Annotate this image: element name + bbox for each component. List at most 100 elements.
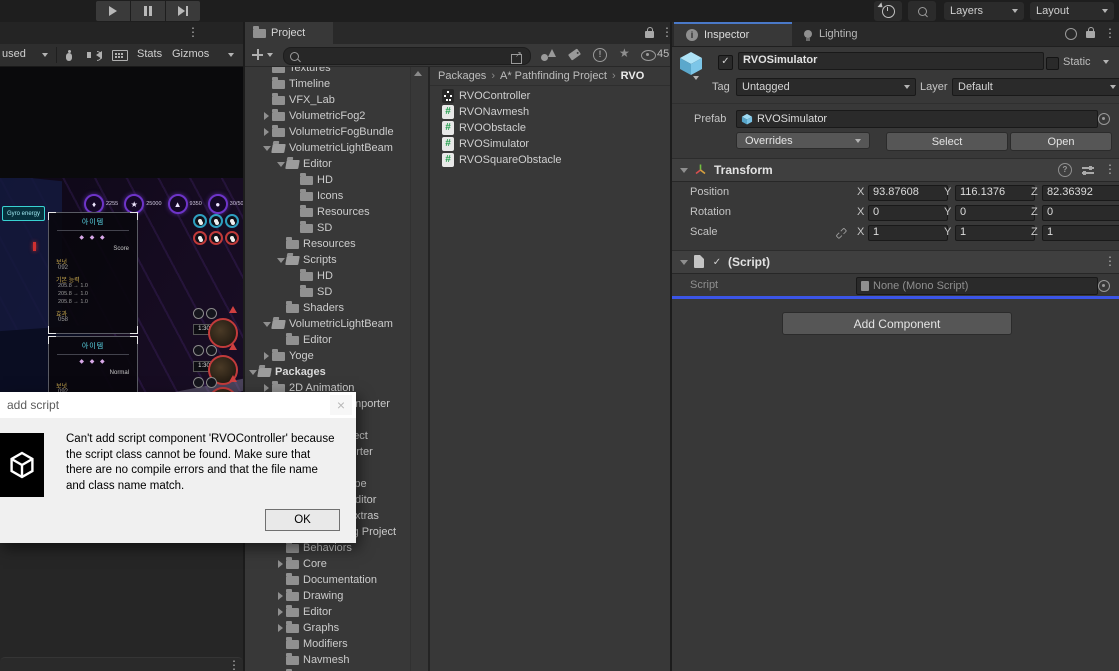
collab-history-button[interactable] — [874, 1, 902, 21]
tab-project[interactable]: Project — [245, 22, 333, 44]
stats-button[interactable]: Stats — [137, 48, 162, 60]
tab-lighting[interactable]: Lighting — [794, 22, 892, 46]
preset-icon[interactable] — [1082, 165, 1094, 175]
tree-item-volumetriclightbeam[interactable]: VolumetricLightBeam — [245, 140, 410, 156]
play-focused-dropdown[interactable]: used — [2, 48, 26, 60]
chevron-down-icon[interactable] — [267, 53, 273, 57]
tab-inspector[interactable]: Inspector — [674, 22, 792, 46]
bug-icon[interactable] — [64, 49, 74, 61]
tree-item-sd[interactable]: SD — [245, 220, 410, 236]
tree-item-volumetricfogbundle[interactable]: VolumetricFogBundle — [245, 124, 410, 140]
foldout-arrow[interactable] — [261, 146, 272, 151]
divider[interactable] — [670, 22, 672, 671]
script-header[interactable]: (Script) — [672, 250, 1119, 274]
axis-field-x[interactable]: 93.87608 — [868, 185, 948, 201]
axis-field-y[interactable]: 116.1376 — [955, 185, 1035, 201]
static-checkbox[interactable] — [1046, 57, 1059, 70]
debug-circle-icon[interactable] — [1065, 28, 1077, 40]
search-importlog-icon[interactable] — [593, 48, 607, 62]
breadcrumb-item[interactable]: A* Pathfinding Project — [500, 70, 607, 82]
script-target-icon[interactable] — [1098, 280, 1110, 292]
lock-icon[interactable] — [645, 31, 654, 38]
tree-item-volumetriclightbeam[interactable]: VolumetricLightBeam — [245, 316, 410, 332]
breadcrumb-item[interactable]: RVO — [621, 70, 645, 82]
prefab-field[interactable]: RVOSimulator — [736, 110, 1098, 128]
file-item-rvosquareobstacle[interactable]: RVOSquareObstacle — [430, 152, 670, 168]
overrides-dropdown[interactable]: Overrides — [736, 132, 870, 149]
favorites-icon[interactable] — [619, 46, 630, 60]
axis-field-y[interactable]: 0 — [955, 205, 1035, 221]
search-by-label-icon[interactable] — [568, 48, 581, 60]
axis-field-x[interactable]: 1 — [868, 225, 948, 241]
foldout-arrow[interactable] — [261, 322, 272, 327]
tag-dropdown[interactable]: Untagged — [736, 78, 916, 96]
game-view-menu[interactable] — [187, 25, 199, 39]
gizmos-button[interactable]: Gizmos — [172, 48, 209, 60]
close-icon[interactable] — [330, 395, 352, 415]
tree-item-hd[interactable]: HD — [245, 268, 410, 284]
tree-item-timeline[interactable]: Timeline — [245, 76, 410, 92]
tree-item-graphs[interactable]: Graphs — [245, 620, 410, 636]
bottom-panel-menu[interactable] — [228, 658, 240, 671]
add-component-button[interactable]: Add Component — [782, 312, 1012, 335]
dialog-titlebar[interactable]: add script — [0, 392, 356, 418]
layer-dropdown[interactable]: Default — [952, 78, 1119, 96]
foldout-arrow[interactable] — [275, 258, 286, 263]
scroll-up-arrow[interactable] — [414, 71, 422, 76]
foldout-arrow[interactable] — [261, 112, 272, 120]
mute-audio-icon[interactable] — [96, 51, 102, 59]
tree-item-documentation[interactable]: Documentation — [245, 572, 410, 588]
open-button[interactable]: Open — [1010, 132, 1112, 151]
broken-link-icon[interactable] — [833, 225, 850, 242]
tree-item-vfx-lab[interactable]: VFX_Lab — [245, 92, 410, 108]
tree-item-packages[interactable]: Packages — [245, 364, 410, 380]
inspector-menu[interactable] — [1104, 26, 1116, 40]
file-item-rvoobstacle[interactable]: RVOObstacle — [430, 120, 670, 136]
global-search-button[interactable] — [908, 1, 936, 21]
breadcrumb-item[interactable]: Packages — [438, 70, 486, 82]
play-button[interactable] — [96, 1, 130, 21]
layers-dropdown[interactable]: Layers — [944, 2, 1024, 20]
search-by-type-icon[interactable] — [541, 49, 556, 61]
keyboard-icon[interactable] — [112, 50, 128, 61]
script-field[interactable]: None (Mono Script) — [856, 277, 1098, 295]
foldout-arrow[interactable] — [261, 128, 272, 136]
tree-item-shaders[interactable]: Shaders — [245, 300, 410, 316]
tree-item-scripts[interactable]: Scripts — [245, 252, 410, 268]
project-search-input[interactable] — [283, 47, 531, 65]
axis-field-z[interactable]: 82.36392 — [1042, 185, 1119, 201]
foldout-arrow[interactable] — [275, 592, 286, 600]
pause-button[interactable] — [131, 1, 165, 21]
axis-field-z[interactable]: 1 — [1042, 225, 1119, 241]
tree-item-navmesh[interactable]: Navmesh — [245, 652, 410, 668]
foldout-arrow[interactable] — [275, 608, 286, 616]
chevron-down-icon[interactable] — [228, 53, 234, 57]
foldout-arrow[interactable] — [247, 370, 258, 375]
active-checkbox[interactable] — [718, 55, 733, 70]
foldout-arrow[interactable] — [261, 384, 272, 392]
help-icon[interactable] — [1058, 163, 1072, 177]
axis-field-x[interactable]: 0 — [868, 205, 948, 221]
tree-item-icons[interactable]: Icons — [245, 188, 410, 204]
foldout-arrow[interactable] — [680, 260, 688, 265]
tree-item-sd[interactable]: SD — [245, 284, 410, 300]
hidden-count-icon[interactable] — [641, 50, 656, 61]
foldout-arrow[interactable] — [275, 624, 286, 632]
transform-header[interactable]: Transform — [672, 158, 1119, 182]
file-item-rvonavmesh[interactable]: RVONavmesh — [430, 104, 670, 120]
file-item-rvosimulator[interactable]: RVOSimulator — [430, 136, 670, 152]
select-button[interactable]: Select — [886, 132, 1008, 151]
transform-menu[interactable] — [1104, 162, 1116, 176]
prefab-target-icon[interactable] — [1098, 113, 1110, 125]
step-button[interactable] — [166, 1, 200, 21]
foldout-arrow[interactable] — [680, 168, 688, 173]
tree-item-editor[interactable]: Editor — [245, 604, 410, 620]
tree-item-resources[interactable]: Resources — [245, 236, 410, 252]
tree-item-modifiers[interactable]: Modifiers — [245, 636, 410, 652]
foldout-arrow[interactable] — [275, 560, 286, 568]
game-viewport[interactable]: Gyro energy ♦2255★25000▲9350●30/50 아이템 ◆… — [0, 66, 243, 671]
tree-item-resources[interactable]: Resources — [245, 204, 410, 220]
foldout-arrow[interactable] — [275, 162, 286, 167]
tree-item-editor[interactable]: Editor — [245, 332, 410, 348]
foldout-arrow[interactable] — [261, 352, 272, 360]
